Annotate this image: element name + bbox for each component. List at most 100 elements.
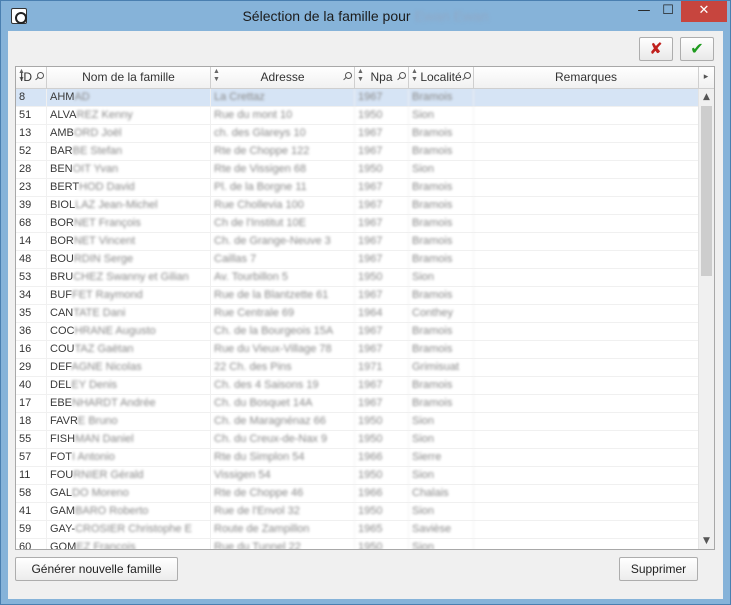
cell-nom: BIOLLAZ Jean-Michel bbox=[47, 197, 211, 215]
column-header-localite[interactable]: ▲ ▼ Localité bbox=[409, 67, 474, 89]
title-bar[interactable]: Sélection de la famille pour Ewan Ewan — … bbox=[1, 1, 730, 31]
chevron-right-icon[interactable]: ▸ bbox=[698, 67, 714, 89]
cell-npa: 1950 bbox=[355, 413, 409, 431]
cell-localite: Bramois bbox=[409, 89, 474, 107]
table-row[interactable]: 57 FOTI Antonio Rte du Simplon 54 1966 Sierr… bbox=[16, 449, 699, 467]
cell-npa: 1966 bbox=[355, 449, 409, 467]
table-row[interactable]: 51 ALVAREZ Kenny Rue du mont 10 1950 Sion bbox=[16, 107, 699, 125]
cell-nom: EBENHARDT Andrée bbox=[47, 395, 211, 413]
column-header-remarques[interactable]: Remarques bbox=[474, 67, 699, 89]
cell-npa: 1950 bbox=[355, 161, 409, 179]
table-row[interactable]: 29 DEFAGNE Nicolas 22 Ch. des Pins 1971 Grim… bbox=[16, 359, 699, 377]
table-row[interactable]: 36 COCHRANE Augusto Ch. de la Bourgeois 15… bbox=[16, 323, 699, 341]
cell-localite: Bramois bbox=[409, 215, 474, 233]
table-row[interactable]: 68 BORNET François Ch de l'Institut 10E 196… bbox=[16, 215, 699, 233]
column-header-npa[interactable]: ▲ ▼ Npa bbox=[355, 67, 409, 89]
table-row[interactable]: 40 DELEY Denis Ch. des 4 Saisons 19 1967 Bra… bbox=[16, 377, 699, 395]
table-row[interactable]: 11 FOURNIER Gérald Vissigen 54 1950 Sion bbox=[16, 467, 699, 485]
cell-adresse: 22 Ch. des Pins bbox=[211, 359, 355, 377]
cell-id: 60 bbox=[16, 539, 47, 549]
cell-nom-redacted: OIT Yvan bbox=[72, 163, 119, 175]
cell-id: 52 bbox=[16, 143, 47, 161]
cell-adresse: Rue du Vieux-Village 78 bbox=[211, 341, 355, 359]
vertical-scrollbar[interactable]: ▲ ▼ bbox=[698, 89, 714, 549]
table-row[interactable]: 35 CANTATE Dani Rue Centrale 69 1964 Conthey bbox=[16, 305, 699, 323]
scroll-up-icon[interactable]: ▲ bbox=[699, 89, 714, 105]
table-row[interactable]: 60 GOMEZ François Rue du Tunnel 22 1950 Sion bbox=[16, 539, 699, 549]
cell-npa: 1964 bbox=[355, 305, 409, 323]
delete-button[interactable]: Supprimer bbox=[619, 557, 698, 581]
table-row[interactable]: 39 BIOLLAZ Jean-Michel Rue Chollevia 100 19… bbox=[16, 197, 699, 215]
cell-id: 39 bbox=[16, 197, 47, 215]
table-row[interactable]: 53 BRUCHEZ Swanny et Gilian Av. Tourbillon… bbox=[16, 269, 699, 287]
cell-adresse: Rue du Tunnel 22 bbox=[211, 539, 355, 549]
scrollbar-thumb[interactable] bbox=[701, 106, 712, 276]
minimize-button[interactable]: — bbox=[631, 1, 657, 22]
table-row[interactable]: 17 EBENHARDT Andrée Ch. du Bosquet 14A 1967… bbox=[16, 395, 699, 413]
table-row[interactable]: 34 BUFFET Raymond Rue de la Blantzette 61 1… bbox=[16, 287, 699, 305]
cell-remarques bbox=[474, 413, 699, 431]
table-row[interactable]: 48 BOURDIN Serge Caillas 7 1967 Bramois bbox=[16, 251, 699, 269]
column-header-adresse[interactable]: ▲ ▼ Adresse bbox=[211, 67, 355, 89]
cell-nom: BERTHOD David bbox=[47, 179, 211, 197]
search-icon[interactable] bbox=[34, 72, 44, 82]
cell-npa: 1967 bbox=[355, 197, 409, 215]
table-row[interactable]: 16 COUTAZ Gaëtan Rue du Vieux-Village 78 19… bbox=[16, 341, 699, 359]
cell-npa: 1967 bbox=[355, 251, 409, 269]
cell-localite: Sierre bbox=[409, 449, 474, 467]
table-row[interactable]: 8 AHMAD La Crettaz 1967 Bramois bbox=[16, 89, 699, 107]
cell-adresse: Ch. du Creux-de-Nax 9 bbox=[211, 431, 355, 449]
table-row[interactable]: 23 BERTHOD David Pl. de la Borgne 11 1967 Br… bbox=[16, 179, 699, 197]
confirm-button[interactable]: ✔ bbox=[680, 37, 714, 61]
cell-nom-redacted: E Bruno bbox=[77, 415, 118, 427]
cell-nom-visible: BUF bbox=[50, 289, 72, 301]
table-body: 8 AHMAD La Crettaz 1967 Bramois 51 ALVAREZ Ken… bbox=[16, 89, 699, 549]
column-header-nom[interactable]: Nom de la famille bbox=[47, 67, 211, 89]
cell-localite: Bramois bbox=[409, 395, 474, 413]
cell-nom-redacted: BARO Roberto bbox=[75, 505, 149, 517]
cell-remarques bbox=[474, 161, 699, 179]
table-row[interactable]: 58 GALDO Moreno Rte de Choppe 46 1966 Chalai… bbox=[16, 485, 699, 503]
cell-nom-redacted: BE Stefan bbox=[72, 145, 123, 157]
cell-remarques bbox=[474, 269, 699, 287]
close-button[interactable]: ✕ bbox=[681, 1, 727, 22]
cell-remarques bbox=[474, 125, 699, 143]
cell-nom-redacted: TAZ Gaëtan bbox=[74, 343, 134, 355]
table-row[interactable]: 41 GAMBARO Roberto Rue de l'Envol 32 1950 Si… bbox=[16, 503, 699, 521]
cell-nom-redacted: EY Denis bbox=[71, 379, 118, 391]
table-row[interactable]: 52 BARBE Stefan Rte de Choppe 122 1967 Bramo… bbox=[16, 143, 699, 161]
cell-remarques bbox=[474, 143, 699, 161]
cell-nom: COUTAZ Gaëtan bbox=[47, 341, 211, 359]
scroll-down-icon[interactable]: ▼ bbox=[699, 533, 714, 549]
cell-nom-redacted: ORD Joël bbox=[73, 127, 122, 139]
table-row[interactable]: 18 FAVRE Bruno Ch. de Maragnénaz 66 1950 Sio… bbox=[16, 413, 699, 431]
cell-npa: 1950 bbox=[355, 467, 409, 485]
cell-nom-redacted: EZ François bbox=[76, 541, 136, 549]
search-icon[interactable] bbox=[461, 72, 471, 82]
cell-localite: Chalais bbox=[409, 485, 474, 503]
search-icon[interactable] bbox=[342, 72, 352, 82]
cell-npa: 1971 bbox=[355, 359, 409, 377]
table-row[interactable]: 13 AMBORD Joël ch. des Glareys 10 1967 Bramo… bbox=[16, 125, 699, 143]
cell-nom-visible: BAR bbox=[50, 145, 73, 157]
cancel-button[interactable]: ✘ bbox=[639, 37, 673, 61]
maximize-button[interactable]: ☐ bbox=[655, 1, 681, 22]
cell-npa: 1967 bbox=[355, 143, 409, 161]
cell-remarques bbox=[474, 323, 699, 341]
cell-remarques bbox=[474, 485, 699, 503]
search-icon[interactable] bbox=[396, 72, 406, 82]
table-row[interactable]: 59 GAY-CROSIER Christophe E Route de Zampi… bbox=[16, 521, 699, 539]
cell-nom-visible: COC bbox=[50, 325, 75, 337]
cell-id: 36 bbox=[16, 323, 47, 341]
cell-remarques bbox=[474, 215, 699, 233]
cell-id: 28 bbox=[16, 161, 47, 179]
table-row[interactable]: 28 BENOIT Yvan Rte de Vissigen 68 1950 Sion bbox=[16, 161, 699, 179]
cell-npa: 1950 bbox=[355, 431, 409, 449]
generate-family-button[interactable]: Générer nouvelle famille bbox=[15, 557, 178, 581]
cell-nom-visible: BERT bbox=[50, 181, 80, 193]
table-row[interactable]: 14 BORNET Vincent Ch. de Grange-Neuve 3 196… bbox=[16, 233, 699, 251]
column-header-id[interactable]: ▲ ▼ ID bbox=[16, 67, 47, 89]
cell-localite: Sion bbox=[409, 539, 474, 549]
table-row[interactable]: 55 FISHMAN Daniel Ch. du Creux-de-Nax 9 195… bbox=[16, 431, 699, 449]
cell-localite: Sion bbox=[409, 161, 474, 179]
